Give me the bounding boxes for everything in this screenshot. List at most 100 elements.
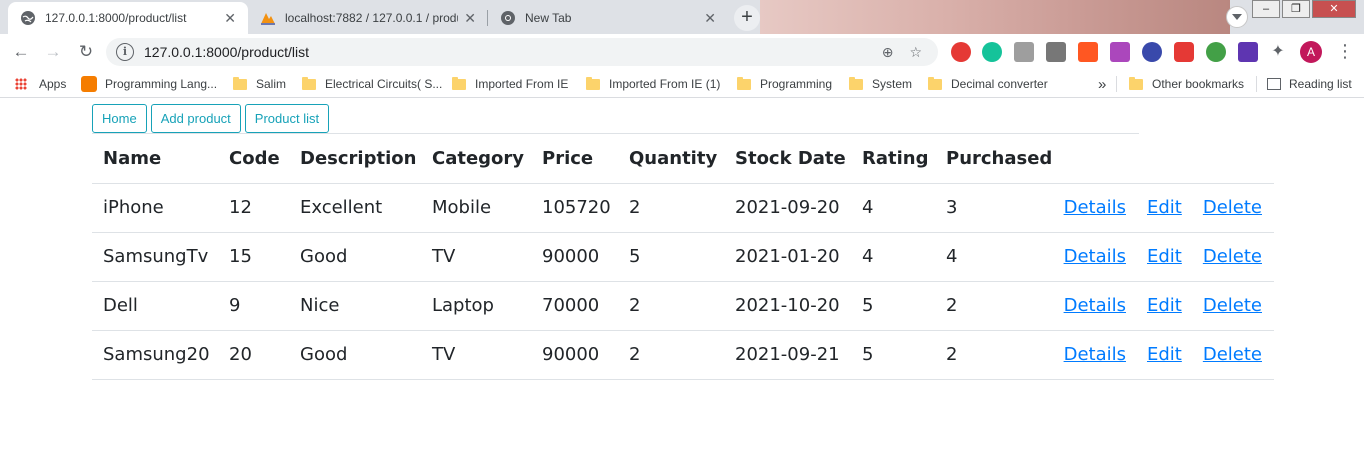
tab-search-icon[interactable] (1226, 6, 1248, 28)
cell-code: 12 (229, 197, 252, 218)
cell-code: 20 (218, 329, 289, 380)
edit-link[interactable]: Edit (1147, 246, 1182, 267)
column-header-code: Code (218, 134, 289, 184)
edit-link[interactable]: Edit (1147, 295, 1182, 316)
edit-link[interactable]: Edit (1147, 197, 1182, 218)
chrome-icon (500, 10, 516, 26)
cell-purchased: 2 (935, 329, 1053, 380)
details-link[interactable]: Details (1064, 344, 1126, 365)
bookmark-label: System (872, 77, 913, 91)
column-header-price: Price (531, 134, 618, 184)
column-header-category: Category (421, 134, 531, 184)
grammarly-extension-icon[interactable] (982, 42, 1002, 62)
cell-name: Samsung20 (92, 329, 218, 380)
details-link[interactable]: Details (1064, 246, 1126, 267)
close-icon[interactable]: ✕ (704, 10, 716, 27)
camera-extension-icon[interactable] (1014, 42, 1034, 62)
bookmark-label: Reading list (1289, 77, 1352, 91)
bookmark-other-bookmarks[interactable]: Other bookmarks (1129, 70, 1244, 98)
bookmarks-bar: Apps Programming Lang... Salim Electrica… (0, 70, 1364, 98)
reload-icon[interactable]: ↻ (74, 40, 98, 64)
eyedropper-extension-icon[interactable] (1046, 42, 1066, 62)
bookmark-apps[interactable]: Apps (15, 70, 66, 98)
cell-quantity: 2 (618, 329, 724, 380)
menu-kebab-icon[interactable]: ⋮ (1336, 40, 1354, 64)
globe-extension-icon[interactable] (1206, 42, 1226, 62)
restore-button[interactable]: ❐ (1282, 0, 1310, 18)
url-text[interactable]: 127.0.0.1:8000/product/list (144, 44, 882, 60)
delete-link[interactable]: Delete (1203, 295, 1262, 316)
folder-icon (302, 76, 316, 90)
bookmark-imported-from-ie-1[interactable]: Imported From IE (1) (586, 70, 720, 98)
cell-category: Mobile (432, 197, 492, 218)
reading-list-icon (1267, 78, 1281, 90)
close-icon[interactable]: ✕ (464, 10, 476, 27)
chat-extension-icon[interactable] (1174, 42, 1194, 62)
details-link[interactable]: Details (1064, 295, 1126, 316)
cell-price: 90000 (531, 329, 618, 380)
new-tab-button[interactable]: + (734, 5, 760, 31)
folder-icon (928, 76, 942, 90)
bookmark-imported-from-ie[interactable]: Imported From IE (452, 70, 568, 98)
cell-category: TV (421, 329, 531, 380)
cell-actions: Details Edit Delete (1052, 183, 1274, 232)
forward-icon[interactable]: → (41, 40, 65, 64)
site-info-icon[interactable]: i (116, 43, 134, 61)
bookmarks-overflow-button[interactable]: » (1098, 70, 1106, 98)
tab-title: 127.0.0.1:8000/product/list (45, 11, 187, 25)
table-row: iPhone 12 Excellent Mobile 105720 2 2021… (92, 183, 1274, 232)
cell-name: Dell (92, 280, 218, 330)
folder-icon (586, 76, 600, 90)
puzzle-extensions-icon[interactable]: ✦ (1266, 40, 1290, 64)
minimize-button[interactable]: – (1252, 0, 1280, 18)
bookmark-system[interactable]: System (849, 70, 912, 98)
cell-stock-date: 2021-09-20 (735, 197, 840, 218)
pdf-extension-icon[interactable] (1110, 42, 1130, 62)
window-close-button[interactable]: ✕ (1312, 0, 1356, 18)
tab-phpmyadmin[interactable]: localhost:7882 / 127.0.0.1 / produ ✕ (248, 2, 488, 34)
download-extension-icon[interactable] (1078, 42, 1098, 62)
avatar[interactable]: A (1300, 41, 1322, 63)
table-row: Samsung20 20 Good TV 90000 2 2021-09-21 … (92, 329, 1274, 380)
back-icon[interactable]: ← (9, 40, 33, 64)
bookmark-salim[interactable]: Salim (233, 70, 286, 98)
cell-description: Nice (289, 280, 421, 330)
cell-stock-date: 2021-01-20 (724, 231, 851, 281)
adblock-extension-icon[interactable] (951, 42, 971, 62)
graduation-extension-icon[interactable] (1238, 42, 1258, 62)
zoom-icon[interactable]: ⊕ (882, 44, 894, 61)
folder-icon (452, 76, 466, 90)
column-header-rating: Rating (851, 134, 935, 184)
cell-actions: Details Edit Delete (1052, 329, 1274, 380)
bookmark-label: Decimal converter (951, 77, 1048, 91)
address-bar[interactable]: i 127.0.0.1:8000/product/list ⊕ ☆ (106, 38, 938, 66)
details-link[interactable]: Details (1064, 197, 1126, 218)
bookmark-electrical-circuits[interactable]: Electrical Circuits( S... (302, 70, 442, 98)
tab-product-list[interactable]: 127.0.0.1:8000/product/list ✕ (8, 2, 248, 34)
bookmark-label: Programming (760, 77, 833, 91)
delete-link[interactable]: Delete (1203, 197, 1262, 218)
bookmark-decimal-converter[interactable]: Decimal converter (928, 70, 1048, 98)
tab-new-tab[interactable]: New Tab ✕ (488, 2, 728, 34)
cell-rating: 4 (862, 197, 874, 218)
reading-list-button[interactable]: Reading list (1267, 70, 1352, 98)
delete-link[interactable]: Delete (1203, 246, 1262, 267)
product-table: Name Code Description Category Price Qua… (92, 134, 1274, 380)
close-icon[interactable]: ✕ (224, 10, 236, 27)
edit-link[interactable]: Edit (1147, 344, 1182, 365)
color-extension-icon[interactable] (1142, 42, 1162, 62)
table-row: Dell 9 Nice Laptop 70000 2 2021-10-20 5 … (92, 280, 1274, 330)
bookmark-label: Other bookmarks (1152, 77, 1245, 91)
add-product-button[interactable]: Add product (150, 104, 241, 133)
cell-price: 70000 (531, 280, 618, 330)
bookmark-programming-lang[interactable]: Programming Lang... (81, 70, 217, 98)
cell-code: 9 (218, 280, 289, 330)
cell-name: SamsungTv (92, 231, 218, 281)
bookmark-label: Imported From IE (1) (609, 77, 721, 91)
bookmark-programming[interactable]: Programming (737, 70, 832, 98)
delete-link[interactable]: Delete (1203, 344, 1262, 365)
product-list-button[interactable]: Product list (244, 104, 330, 133)
tabstrip-background (760, 0, 1230, 34)
home-button[interactable]: Home (92, 104, 147, 133)
bookmark-star-icon[interactable]: ☆ (909, 44, 922, 61)
